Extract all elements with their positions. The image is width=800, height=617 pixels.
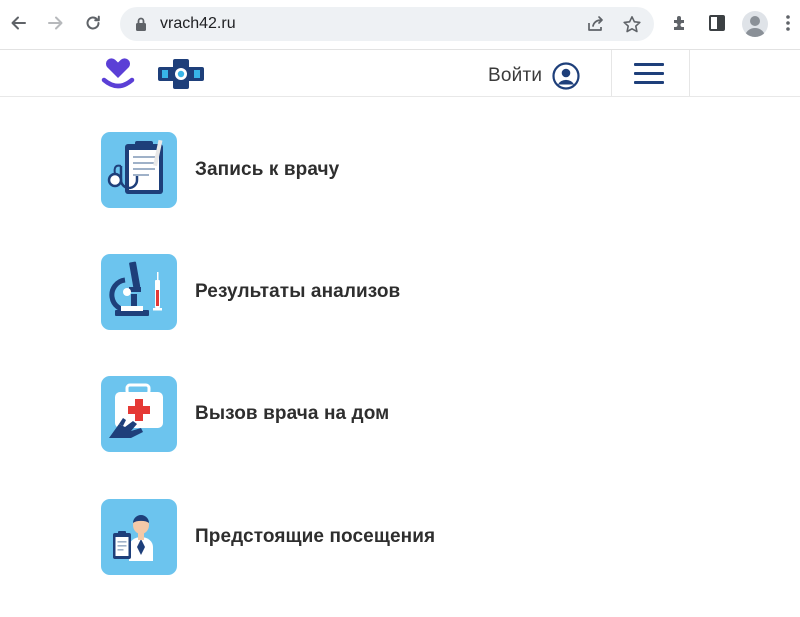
header-divider [611,50,612,96]
star-icon[interactable] [622,15,642,34]
microscope-syringe-icon [101,254,177,330]
site-header: Войти [0,50,800,97]
login-button[interactable]: Войти [488,62,580,90]
login-label: Войти [488,65,543,86]
kebab-menu-icon[interactable] [780,10,796,36]
user-avatar-icon [552,62,580,90]
back-icon[interactable] [6,10,32,36]
medical-cross-logo[interactable] [156,58,206,90]
menu-item-label: Запись к врачу [195,159,340,180]
doctor-clipboard-icon [101,499,177,575]
forward-icon[interactable] [42,10,68,36]
hamburger-menu-icon[interactable] [634,62,664,84]
header-divider [689,50,690,96]
lock-icon[interactable] [134,16,148,32]
menu-item-label: Вызов врача на дом [195,403,390,424]
share-icon[interactable] [586,15,606,33]
menu-item-home-visit[interactable]: Вызов врача на дом [101,376,601,452]
side-panel-icon[interactable] [704,10,730,36]
extensions-icon[interactable] [667,10,693,36]
address-bar[interactable]: vrach42.ru [120,7,654,41]
profile-icon[interactable] [742,11,768,37]
menu-item-label: Результаты анализов [195,281,401,302]
menu-item-appointment[interactable]: Запись к врачу [101,132,601,208]
url-text[interactable]: vrach42.ru [160,15,236,33]
reload-icon[interactable] [80,10,106,36]
menu-item-upcoming-visits[interactable]: Предстоящие посещения [101,499,601,575]
clipboard-stethoscope-icon [101,132,177,208]
browser-toolbar: vrach42.ru [0,0,800,50]
first-aid-kit-icon [101,376,177,452]
menu-item-test-results[interactable]: Результаты анализов [101,254,601,330]
gosuslugi-heart-logo[interactable] [100,56,136,92]
menu-item-label: Предстоящие посещения [195,526,436,547]
